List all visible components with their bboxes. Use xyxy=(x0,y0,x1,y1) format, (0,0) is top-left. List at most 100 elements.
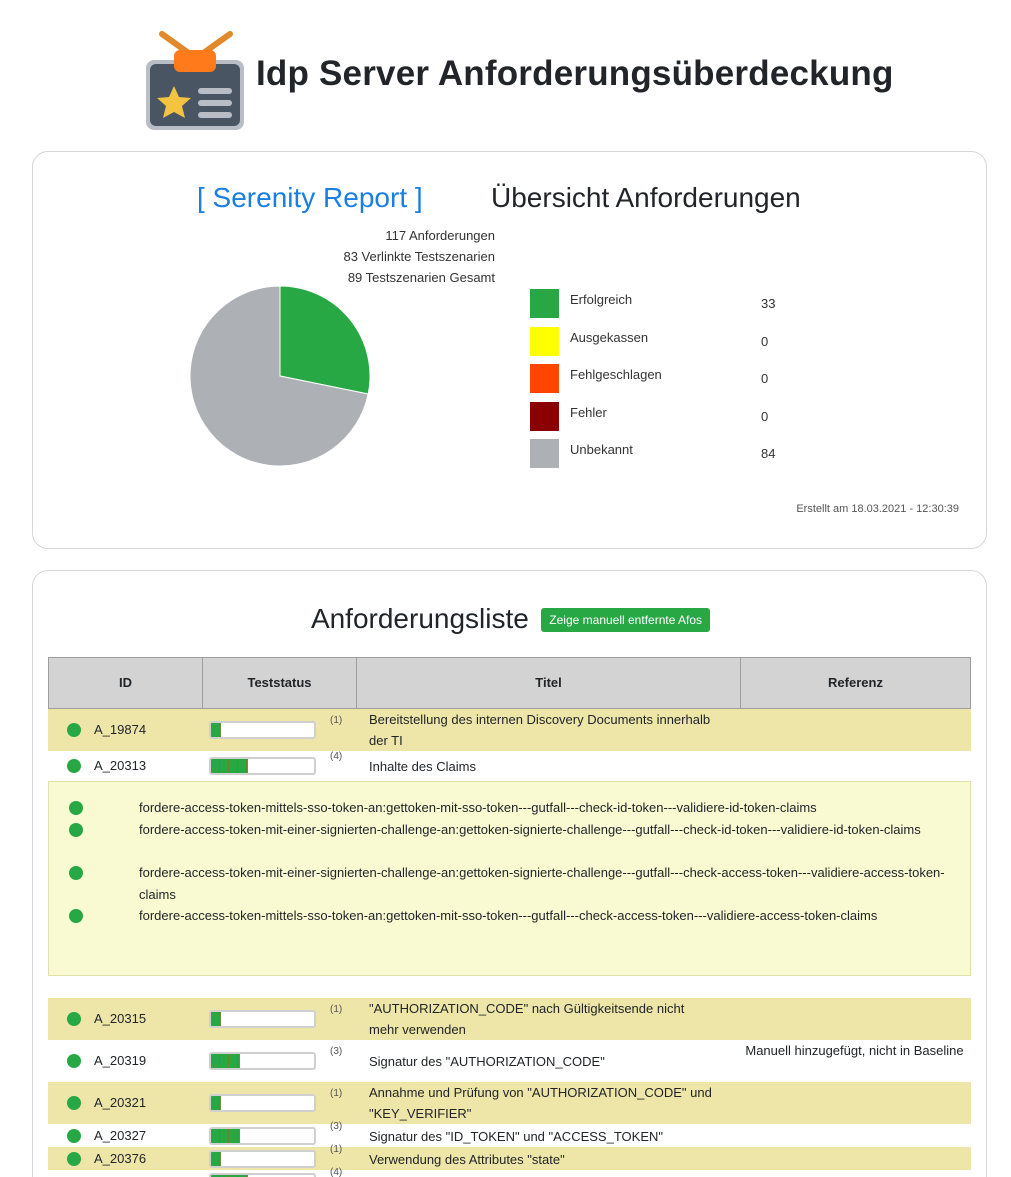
requirement-title: Verwendung des Attributes "state" xyxy=(369,1151,565,1167)
legend-row-unbekannt: Unbekannt 84 xyxy=(530,439,790,477)
legend-row-fehlgeschlagen: Fehlgeschlagen 0 xyxy=(530,364,790,402)
stat-linked-scenarios: 83 Verlinkte Testszenarien xyxy=(343,249,495,264)
list-header: Anforderungsliste Zeige manuell entfernt… xyxy=(33,603,988,637)
requirement-id[interactable]: A_20327 xyxy=(94,1128,146,1143)
status-dot-icon xyxy=(67,1012,81,1026)
requirement-id[interactable]: A_20315 xyxy=(94,1011,146,1026)
test-progress-bar xyxy=(209,757,316,775)
scenario-status-dot-icon xyxy=(69,801,83,815)
requirement-id[interactable]: A_20376 xyxy=(94,1151,146,1166)
progress-fill xyxy=(211,1096,222,1110)
test-progress-bar xyxy=(209,1094,316,1112)
created-timestamp: Erstellt am 18.03.2021 - 12:30:39 xyxy=(796,503,959,515)
legend-row-erfolgreich: Erfolgreich 33 xyxy=(530,289,790,327)
column-header-reference[interactable]: Referenz xyxy=(741,658,970,708)
status-pie-chart xyxy=(189,285,371,467)
id-card-icon xyxy=(146,31,244,130)
requirement-id[interactable]: A_20321 xyxy=(94,1095,146,1110)
legend-value: 0 xyxy=(761,333,769,349)
scenario-count: (1) xyxy=(330,1004,343,1015)
requirement-title: Inhalte des Claims xyxy=(369,759,476,774)
legend-value: 0 xyxy=(761,408,769,424)
overview-card: [ Serenity Report ] Übersicht Anforderun… xyxy=(32,151,987,549)
legend-swatch xyxy=(530,289,559,318)
status-dot-icon xyxy=(67,759,81,773)
legend-value: 0 xyxy=(761,371,769,386)
status-legend: Erfolgreich 33 Ausgekassen 0 Fehlgeschlagen 0… xyxy=(530,289,790,477)
scenario-link[interactable]: fordere-access-token-mittels-sso-token-a… xyxy=(139,797,954,819)
table-row[interactable]: A_20319 (3) Signatur des "AUTHORIZATION_CO… xyxy=(48,1040,971,1082)
scenario-item: fordere-access-token-mittels-sso-token-a… xyxy=(48,905,971,948)
table-row[interactable]: A_20327 (3) Signatur des "ID_TOKEN" und "A… xyxy=(48,1120,971,1147)
requirement-title: Annahme und Prüfung von "AUTHORIZATION_C… xyxy=(369,1085,712,1121)
progress-fill xyxy=(211,723,222,737)
legend-label: Erfolgreich xyxy=(570,292,633,307)
scenario-status-dot-icon xyxy=(69,909,83,923)
test-progress-bar xyxy=(209,1052,316,1070)
overview-title: Übersicht Anforderungen xyxy=(491,182,801,213)
scenario-count: (4) xyxy=(330,751,343,762)
legend-swatch xyxy=(530,326,559,356)
scenario-count: (3) xyxy=(330,1046,343,1057)
scenario-link[interactable]: fordere-access-token-mit-einer-signierte… xyxy=(139,819,954,841)
legend-swatch xyxy=(530,401,559,431)
requirement-title: Signatur des "ID_TOKEN" und "ACCESS_TOKE… xyxy=(369,1128,663,1144)
page-header: Idp Server Anforderungsüberdeckung xyxy=(0,22,1011,134)
requirement-title: Signatur des "AUTHORIZATION_CODE" xyxy=(369,1054,605,1069)
test-progress-bar xyxy=(209,721,316,739)
requirement-list-card: Anforderungsliste Zeige manuell entfernt… xyxy=(32,570,987,1177)
legend-label: Fehlgeschlagen xyxy=(570,367,662,382)
requirement-title: "AUTHORIZATION_CODE" nach Gültigkeitsend… xyxy=(369,1001,685,1037)
show-manually-removed-button[interactable]: Zeige manuell entfernte Afos xyxy=(541,608,711,632)
column-header-title[interactable]: Titel xyxy=(357,658,741,708)
progress-fill xyxy=(211,1151,222,1166)
page-title: Idp Server Anforderungsüberdeckung xyxy=(256,54,894,93)
legend-row-fehler: Fehler 0 xyxy=(530,401,790,440)
scenario-count: (4) xyxy=(330,1166,343,1177)
legend-value: 84 xyxy=(761,446,776,461)
legend-row-ausgekassen: Ausgekassen 0 xyxy=(530,326,790,365)
requirement-id[interactable]: A_20313 xyxy=(94,758,146,773)
test-progress-bar xyxy=(209,1010,316,1028)
scenario-link[interactable]: fordere-access-token-mit-einer-signierte… xyxy=(139,862,954,905)
table-row[interactable]: A_20315 (1) "AUTHORIZATION_CODE" nach Gült… xyxy=(48,998,971,1040)
table-row[interactable]: A_19874 (1) Bereitstellung des internen Di… xyxy=(48,709,971,751)
overview-stats: 117 Anforderungen 83 Verlinkte Testszena… xyxy=(343,225,495,288)
table-row[interactable]: A_20321 (1) Annahme und Prüfung von "AUTHO… xyxy=(48,1082,971,1124)
status-dot-icon xyxy=(67,723,81,737)
column-header-id[interactable]: ID xyxy=(49,658,203,708)
legend-swatch xyxy=(530,439,559,468)
scenario-link[interactable]: fordere-access-token-mittels-sso-token-a… xyxy=(139,905,954,927)
serenity-report-link[interactable]: [ Serenity Report ] xyxy=(197,182,423,214)
legend-value: 33 xyxy=(761,296,776,311)
table-row[interactable]: (4) xyxy=(48,1166,971,1177)
progress-fill xyxy=(211,1054,240,1068)
status-dot-icon xyxy=(67,1054,81,1068)
legend-label: Ausgekassen xyxy=(570,329,649,345)
progress-fill xyxy=(211,1012,222,1026)
requirement-reference: Manuell hinzugefügt, nicht in Baseline xyxy=(745,1043,964,1058)
scenario-count: (3) xyxy=(330,1120,343,1132)
table-row[interactable]: A_20313 (4) Inhalte des Claims xyxy=(48,751,971,781)
table-header: ID Teststatus Titel Referenz xyxy=(48,657,971,709)
scenario-count: (1) xyxy=(330,1143,343,1155)
scenario-item: fordere-access-token-mit-einer-signierte… xyxy=(48,819,971,862)
test-progress-bar xyxy=(209,1172,316,1177)
status-dot-icon xyxy=(67,1096,81,1110)
requirements-table: ID Teststatus Titel Referenz A_19874 (1) B… xyxy=(48,657,971,1177)
progress-fill xyxy=(211,1128,240,1143)
scenario-status-dot-icon xyxy=(69,823,83,837)
column-header-status[interactable]: Teststatus xyxy=(203,658,357,708)
pie-slice-erfolgreich[interactable] xyxy=(279,285,371,395)
progress-fill xyxy=(211,759,249,773)
status-dot-icon xyxy=(67,1151,81,1166)
scenario-status-dot-icon xyxy=(69,866,83,880)
legend-label: Unbekannt xyxy=(570,442,633,457)
list-title: Anforderungsliste xyxy=(310,603,529,634)
scenario-count: (1) xyxy=(330,715,343,726)
table-row[interactable]: A_20376 (1) Verwendung des Attributes "sta… xyxy=(48,1143,971,1170)
legend-label: Fehler xyxy=(570,404,607,420)
requirement-id[interactable]: A_20319 xyxy=(94,1053,146,1068)
status-dot-icon xyxy=(67,1128,81,1143)
requirement-id[interactable]: A_19874 xyxy=(94,722,146,737)
